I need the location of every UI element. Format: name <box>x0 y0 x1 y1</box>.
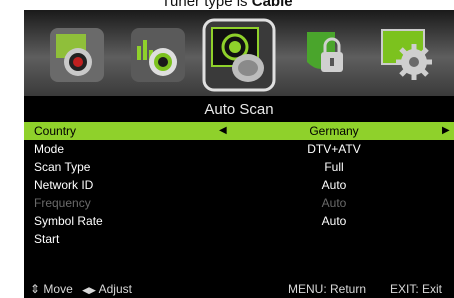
tv-osd-screen: Auto Scan Country ◀ Germany ▶ Mode DTV+A… <box>24 10 454 298</box>
menu-row-scan-type[interactable]: Scan Type Full <box>24 158 454 176</box>
symbol-rate-value: Auto <box>321 214 347 228</box>
menu-title: Auto Scan <box>204 101 274 118</box>
network-id-value: Auto <box>321 178 347 192</box>
left-arrow-icon[interactable]: ◀ <box>219 122 227 140</box>
mode-label: Mode <box>34 142 65 156</box>
page-caption: Tuner type is Cable <box>0 0 454 10</box>
menu-row-network-id[interactable]: Network ID Auto <box>24 176 454 194</box>
scan-type-value: Full <box>324 160 344 174</box>
left-right-arrows-icon: ◀▶ <box>82 285 96 295</box>
menu-icon-bar <box>24 10 454 96</box>
picture-icon[interactable] <box>46 24 108 86</box>
menu-row-mode[interactable]: Mode DTV+ATV <box>24 140 454 158</box>
mode-value: DTV+ATV <box>307 142 361 156</box>
auto-scan-menu: Country ◀ Germany ▶ Mode DTV+ATV Scan Ty… <box>24 122 454 248</box>
setup-icon[interactable] <box>376 24 438 86</box>
start-label: Start <box>34 232 60 246</box>
menu-row-country[interactable]: Country ◀ Germany ▶ <box>24 122 454 140</box>
lock-icon[interactable] <box>295 24 357 86</box>
frequency-value: Auto <box>321 196 347 210</box>
move-hint: Move <box>43 282 73 296</box>
country-value: Germany <box>309 124 359 138</box>
menu-row-start[interactable]: Start <box>24 230 454 248</box>
frequency-label: Frequency <box>34 196 91 210</box>
country-label: Country <box>34 124 77 138</box>
menu-return-hint: MENU: Return <box>288 282 367 296</box>
menu-row-frequency: Frequency Auto <box>24 194 454 212</box>
up-down-arrows-icon: ⇕ <box>30 282 41 296</box>
right-arrow-icon[interactable]: ▶ <box>442 122 450 140</box>
exit-hint: EXIT: Exit <box>390 282 443 296</box>
caption-prefix: Tuner type is <box>161 0 252 10</box>
caption-tuner-type: Cable <box>251 0 293 10</box>
adjust-hint: Adjust <box>98 282 132 296</box>
scan-type-label: Scan Type <box>34 160 91 174</box>
network-id-label: Network ID <box>34 178 94 192</box>
sound-icon[interactable] <box>127 24 189 86</box>
channel-icon[interactable] <box>202 18 276 92</box>
help-footer: ⇕ Move ◀▶ Adjust MENU: Return EXIT: Exit <box>24 280 454 298</box>
menu-row-symbol-rate[interactable]: Symbol Rate Auto <box>24 212 454 230</box>
symbol-rate-label: Symbol Rate <box>34 214 103 228</box>
